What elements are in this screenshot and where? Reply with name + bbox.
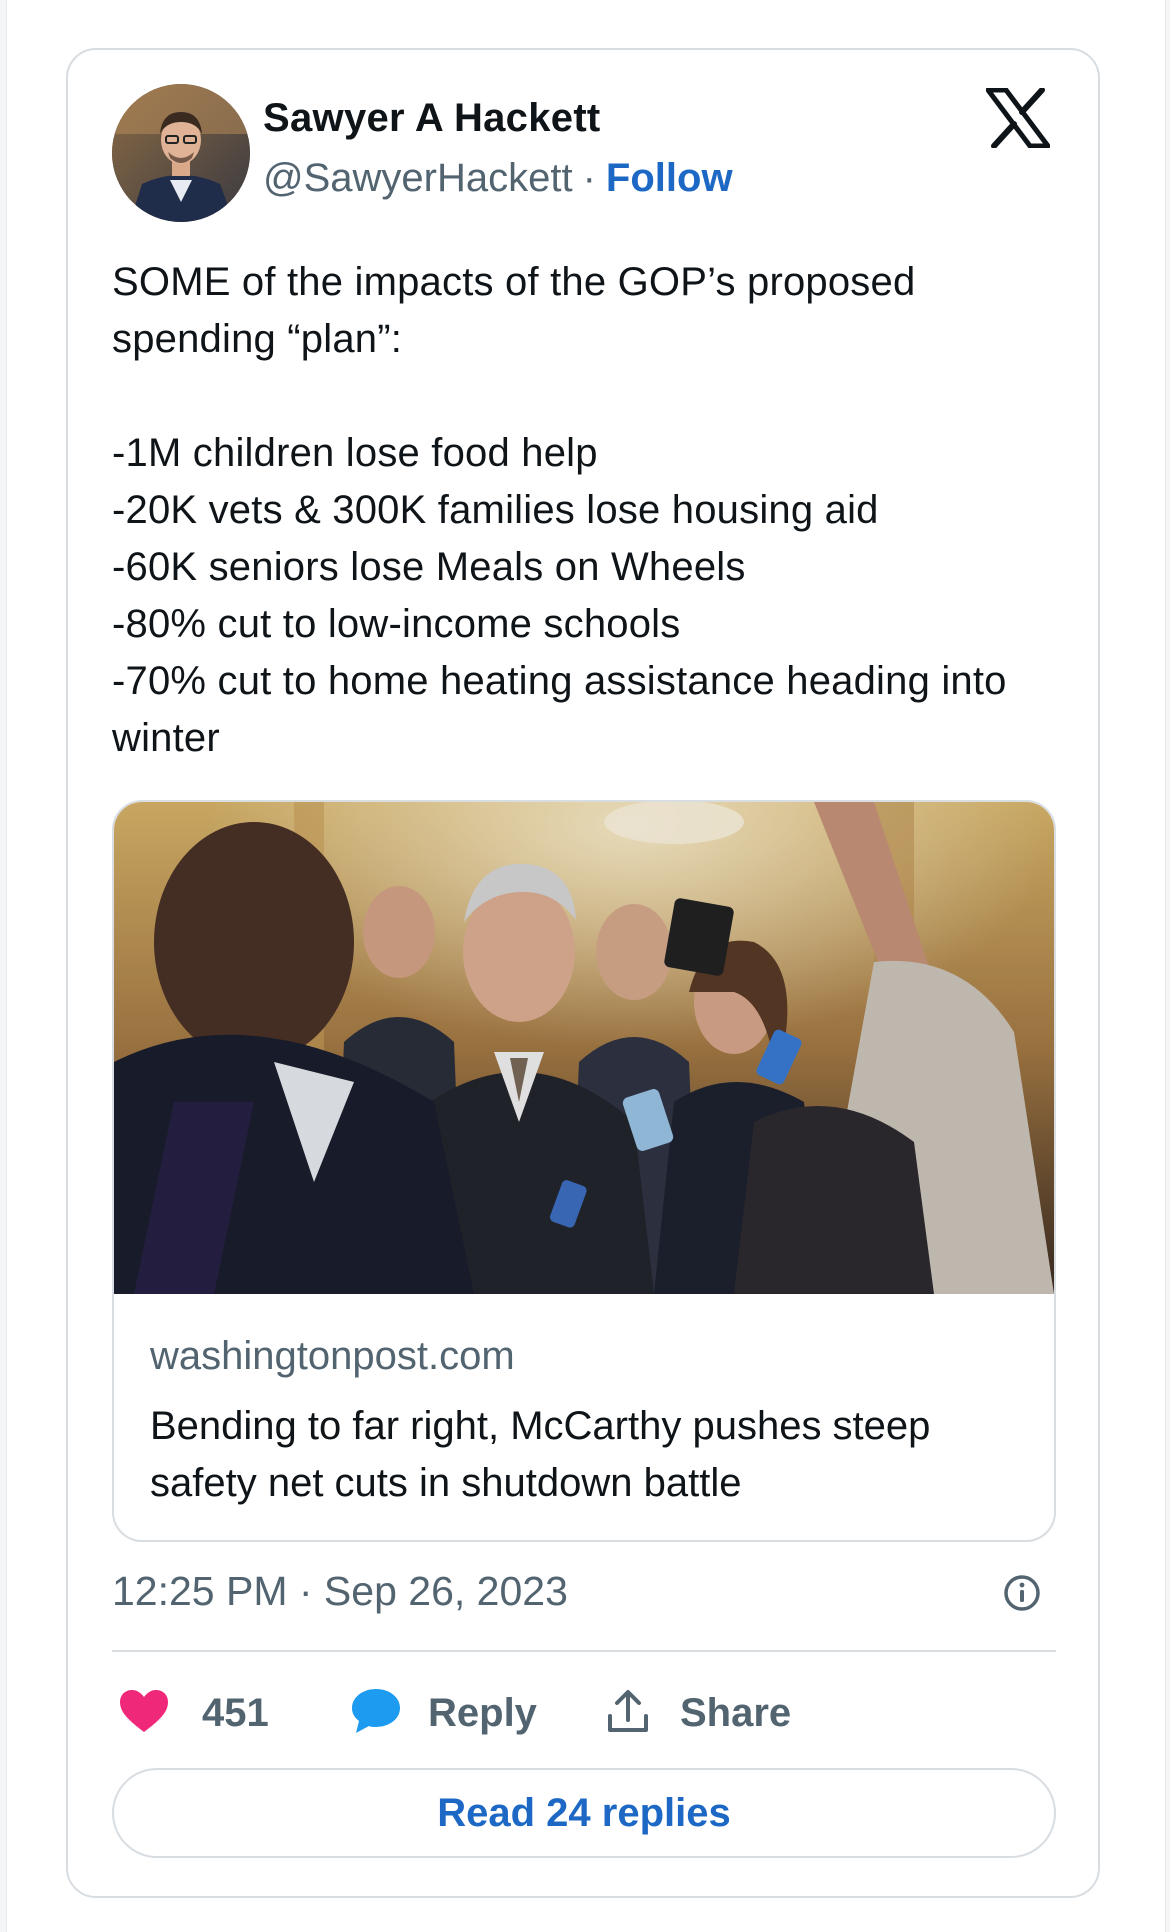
- author-handle-row: @SawyerHackett · Follow: [263, 156, 733, 201]
- author-handle[interactable]: @SawyerHackett: [263, 156, 573, 200]
- link-domain: washingtonpost.com: [150, 1334, 515, 1378]
- heart-icon: [118, 1688, 170, 1739]
- share-upload-icon: [606, 1688, 650, 1739]
- like-button[interactable]: 451: [118, 1680, 269, 1746]
- author-name[interactable]: Sawyer A Hackett: [263, 96, 601, 141]
- share-button[interactable]: Share: [606, 1680, 791, 1746]
- link-preview-card[interactable]: washingtonpost.com Bending to far right,…: [112, 800, 1056, 1542]
- reply-bubble-icon: [350, 1687, 402, 1740]
- info-icon[interactable]: [1002, 1573, 1042, 1613]
- x-logo-icon[interactable]: [985, 87, 1051, 149]
- divider: [112, 1650, 1056, 1652]
- tweet-text: SOME of the impacts of the GOP’s propose…: [112, 260, 1007, 760]
- link-title[interactable]: Bending to far right, McCarthy pushes st…: [150, 1398, 1030, 1512]
- action-bar: 451 Reply Share: [112, 1680, 1056, 1746]
- author-avatar[interactable]: [112, 84, 250, 222]
- tweet-timestamp[interactable]: 12:25 PM · Sep 26, 2023: [112, 1568, 568, 1615]
- like-count: 451: [202, 1690, 269, 1735]
- read-replies-button[interactable]: Read 24 replies: [112, 1768, 1056, 1858]
- follow-button[interactable]: Follow: [606, 156, 733, 200]
- handle-separator: ·: [582, 156, 596, 200]
- reply-button[interactable]: Reply: [350, 1680, 537, 1746]
- reply-label: Reply: [428, 1690, 537, 1735]
- share-label: Share: [680, 1690, 792, 1735]
- news-photo: [114, 802, 1054, 1294]
